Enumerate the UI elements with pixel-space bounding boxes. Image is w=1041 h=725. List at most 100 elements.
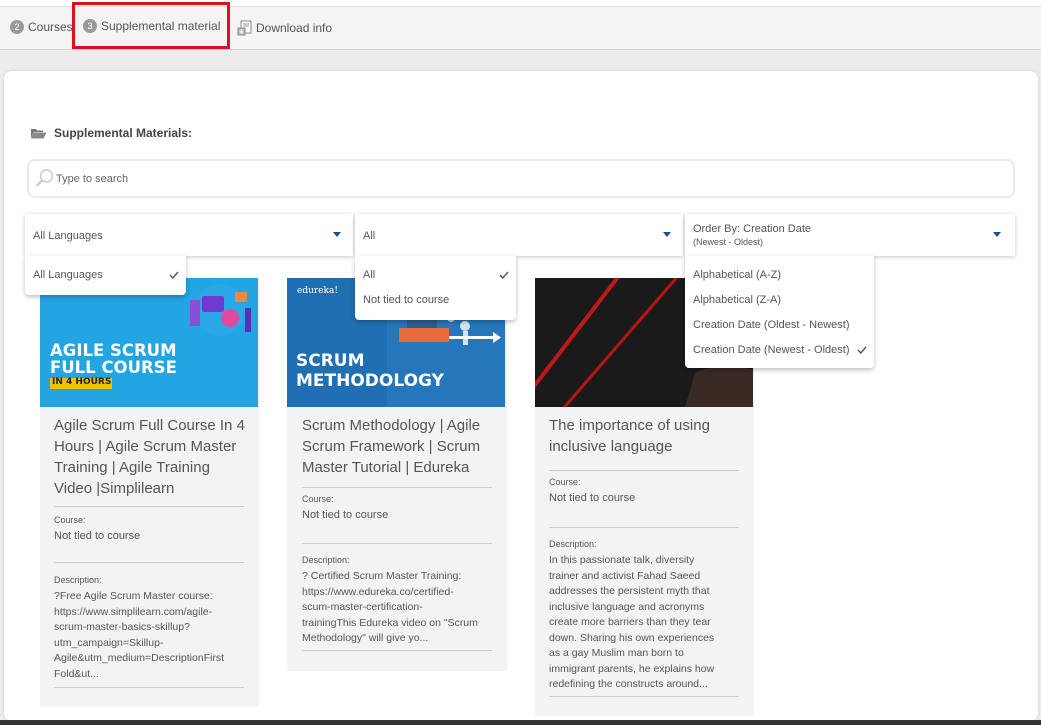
thumbnail-badge: IN 4 HOURS [52, 377, 112, 387]
divider [54, 687, 244, 688]
course-option-not-tied[interactable]: Not tied to course [363, 294, 449, 306]
thumbnail-heading-line: METHODOLOGY [296, 371, 444, 391]
thumbnail-heading: AGILE SCRUM FULL COURSE [50, 342, 177, 376]
material-title[interactable]: Agile Scrum Full Course In 4 Hours | Agi… [54, 415, 254, 499]
description-label: Description: [549, 539, 597, 549]
description-label: Description: [302, 555, 350, 565]
breadcrumb: 2 Courses 3 Supplemental material Downlo… [0, 2, 1041, 50]
description-line: scrum-master-basics-skillup? [54, 621, 190, 633]
breadcrumb-supplemental-material[interactable]: 3 Supplemental material [71, 2, 231, 49]
checkmark-icon [857, 346, 867, 354]
language-select-value: All Languages [33, 230, 103, 242]
course-filter-dropdown: All Not tied to course [355, 256, 516, 320]
order-by-select[interactable]: Order By: Creation Date (Newest - Oldest… [685, 214, 1015, 256]
edureka-logo: edureka! [297, 286, 338, 296]
checkmark-icon [169, 271, 179, 279]
order-option-newest-oldest[interactable]: Creation Date (Newest - Oldest) [693, 344, 850, 356]
title-line: Scrum Methodology | Agile [302, 417, 481, 434]
course-label: Course: [549, 477, 581, 487]
search-input[interactable] [56, 170, 956, 188]
breadcrumb-label: Supplemental material [101, 18, 221, 33]
description-text: ?Free Agile Scrum Master course: https:/… [54, 589, 254, 682]
thumbnail-heading-line: SCRUM [296, 351, 365, 371]
description-line: https://www.simplilearn.com/agile- [54, 605, 213, 618]
course-value: Not tied to course [302, 509, 389, 521]
breadcrumb-download-info[interactable]: Download info [237, 20, 332, 36]
step-number: 2 [10, 20, 24, 34]
order-option-alpha-az[interactable]: Alphabetical (A-Z) [693, 269, 781, 281]
material-card[interactable]: edureka! SCRUM METHODOLOGY Scrum Methodo… [287, 278, 507, 671]
section-title: Supplemental Materials: [30, 126, 192, 140]
step-number: 3 [83, 18, 97, 33]
section-title-text: Supplemental Materials: [54, 126, 193, 140]
description-line: down. Sharing his own experiences [549, 631, 715, 644]
course-option-all[interactable]: All [363, 269, 375, 281]
description-line: Fold&ut... [54, 667, 99, 680]
order-option-oldest-newest[interactable]: Creation Date (Oldest - Newest) [693, 319, 850, 331]
description-line: trainingThis Edureka video on "Scrum [302, 616, 478, 629]
course-label: Course: [302, 494, 334, 504]
course-value: Not tied to course [549, 492, 636, 504]
search-icon [35, 169, 54, 187]
language-dropdown: All Languages [25, 256, 186, 295]
title-line: The importance of using [549, 417, 710, 434]
order-by-dropdown: Alphabetical (A-Z) Alphabetical (Z-A) Cr… [685, 256, 874, 368]
description-line: Methodology" will give yo... [302, 632, 429, 644]
description-label: Description: [54, 575, 102, 585]
material-card[interactable]: AGILE SCRUM FULL COURSE IN 4 HOURS Agile… [40, 278, 259, 707]
breadcrumb-label: Courses [28, 20, 73, 34]
description-line: Agile&utm_medium=DescriptionFirst [54, 652, 225, 664]
order-option-alpha-za[interactable]: Alphabetical (Z-A) [693, 294, 781, 306]
title-line: Master Tutorial | Edureka [302, 459, 470, 476]
description-text: In this passionate talk, diversity train… [549, 553, 753, 693]
breadcrumb-label: Download info [256, 21, 333, 35]
title-line: Agile Scrum Full Course In 4 [54, 417, 245, 434]
description-line: inclusive language and acronyms [549, 600, 705, 613]
description-line: immigrant parents, he explains how [549, 662, 715, 675]
chevron-down-icon [993, 232, 1001, 237]
chevron-down-icon [663, 232, 671, 237]
bottom-edge [0, 720, 1041, 725]
course-filter-select[interactable]: All [355, 214, 683, 256]
thumbnail-heading: SCRUM METHODOLOGY [296, 351, 444, 391]
title-line: Hours | Agile Scrum Master [54, 438, 237, 455]
divider [54, 562, 244, 563]
search-box [27, 159, 1015, 198]
order-by-value: Order By: Creation Date (Newest - Oldest… [693, 223, 811, 249]
material-title[interactable]: Scrum Methodology | Agile Scrum Framewor… [302, 415, 502, 478]
divider [54, 506, 244, 507]
description-line: as a gay Muslim man born to [549, 647, 684, 659]
language-option-all[interactable]: All Languages [33, 269, 103, 281]
title-line: Training | Agile Training [54, 459, 210, 476]
language-select[interactable]: All Languages [25, 214, 353, 256]
thumbnail-heading-line: AGILE SCRUM [50, 341, 177, 360]
download-document-icon [237, 20, 252, 36]
divider [549, 696, 739, 697]
divider [302, 543, 492, 544]
description-text: ? Certified Scrum Master Training: https… [302, 569, 504, 647]
description-line: In this passionate talk, diversity [549, 554, 695, 566]
description-line: ?Free Agile Scrum Master course: [54, 590, 213, 602]
chevron-down-icon [333, 232, 341, 237]
divider [549, 470, 739, 471]
description-line: trainer and activist Fahad Saeed [549, 569, 701, 582]
title-line: Scrum Framework | Scrum [302, 438, 481, 455]
description-line: https://www.edureka.co/certified- [302, 585, 454, 598]
material-title[interactable]: The importance of using inclusive langua… [549, 415, 749, 457]
divider [302, 650, 492, 651]
course-label: Course: [54, 515, 86, 525]
description-line: ? Certified Scrum Master Training: [302, 570, 462, 582]
description-line: create more barriers than they tear [549, 616, 711, 628]
description-line: addresses the persistent myth that [549, 585, 710, 597]
course-filter-value: All [363, 230, 376, 242]
thumbnail-heading-line: FULL COURSE [50, 358, 177, 377]
description-line: redefining the constructs around... [549, 678, 708, 690]
order-by-sub-label: (Newest - Oldest) [693, 237, 764, 247]
breadcrumb-courses[interactable]: 2 Courses [10, 20, 73, 34]
description-line: utm_campaign=Skillup- [54, 636, 164, 649]
order-by-label: Order By: Creation Date [693, 223, 811, 235]
course-value: Not tied to course [54, 530, 141, 542]
divider [302, 487, 492, 488]
checkmark-icon [499, 271, 509, 279]
folder-open-icon [31, 129, 47, 139]
